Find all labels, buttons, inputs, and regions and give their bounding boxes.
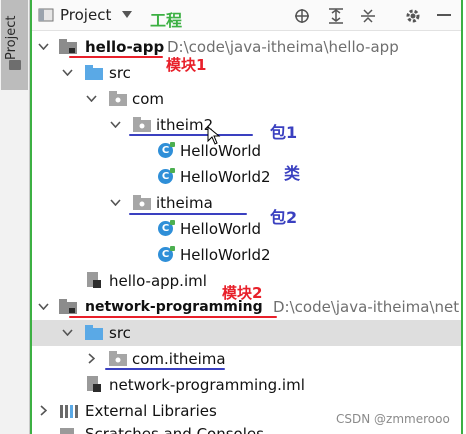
package-icon (133, 195, 151, 210)
annotation-underline (69, 56, 163, 58)
view-title[interactable]: Project (60, 6, 111, 24)
java-class-icon: C (158, 168, 175, 184)
tree-row-helloworld[interactable]: C HelloWorld (32, 216, 461, 242)
annotation-project: 工程 (150, 11, 183, 30)
class-name: HelloWorld2 (180, 168, 271, 186)
tree-row-src[interactable]: src (32, 60, 461, 86)
iml-file-icon (87, 376, 101, 392)
java-class-icon: C (158, 220, 175, 236)
tree-row-helloworld2[interactable]: C HelloWorld2 (32, 242, 461, 268)
class-name: HelloWorld (180, 142, 262, 160)
scratches-label: Scratches and Consoles (85, 425, 264, 434)
file-name: hello-app.iml (109, 272, 207, 290)
project-stripe-label: Project (4, 15, 19, 60)
project-view-icon (38, 8, 54, 22)
chevron-down-icon[interactable] (86, 95, 97, 102)
annotation-underline (129, 213, 247, 215)
iml-file-icon (87, 272, 101, 288)
chevron-down-icon[interactable] (62, 69, 73, 76)
libraries-label: External Libraries (85, 402, 217, 420)
package-name: itheima (156, 194, 213, 212)
tree-row-itheima[interactable]: itheima (32, 190, 461, 216)
folder-name: src (109, 324, 131, 342)
package-name: com (132, 90, 165, 108)
chevron-right-icon[interactable] (40, 405, 47, 416)
package-icon (133, 117, 151, 132)
chevron-down-icon[interactable] (110, 199, 121, 206)
watermark: CSDN @zmmerooo (336, 412, 450, 426)
project-stripe-button[interactable]: Project (1, 0, 28, 90)
module-folder-icon (59, 299, 77, 314)
chevron-down-icon[interactable] (38, 43, 49, 50)
package-icon (109, 351, 127, 366)
tree-row-src[interactable]: src (32, 320, 461, 346)
class-name: HelloWorld2 (180, 246, 271, 264)
class-name: HelloWorld (180, 220, 262, 238)
file-name: network-programming.iml (109, 376, 305, 394)
module-folder-icon (59, 39, 77, 54)
expand-all-icon[interactable] (329, 8, 343, 24)
package-icon (109, 91, 127, 106)
collapse-all-icon[interactable] (361, 8, 375, 24)
chevron-right-icon[interactable] (88, 353, 95, 364)
annotation-underline (69, 316, 277, 318)
annotation-underline (105, 368, 225, 370)
library-icon (60, 405, 78, 418)
source-folder-icon (85, 325, 103, 340)
chevron-down-icon[interactable] (62, 329, 73, 336)
chevron-down-icon[interactable] (122, 11, 132, 18)
project-toolbar: Project 工程 (32, 0, 461, 31)
tree-row-helloworld[interactable]: C HelloWorld (32, 138, 461, 164)
tool-window-stripe: Project (0, 0, 30, 434)
java-class-icon: C (158, 246, 175, 262)
module-name: network-programming (85, 299, 263, 315)
annotation-class: 类 (284, 164, 301, 183)
module-path: D:\code\java-itheima\net (273, 298, 460, 316)
tree-row-network-iml[interactable]: network-programming.iml (32, 372, 461, 398)
package-name: itheim2 (156, 116, 214, 134)
folder-name: src (109, 64, 131, 82)
package-name: com.itheima (132, 350, 226, 368)
annotation-underline (129, 134, 253, 136)
java-class-icon: C (158, 142, 175, 158)
scratches-icon (60, 428, 74, 434)
tree-row-helloworld2[interactable]: C HelloWorld2 (32, 164, 461, 190)
chevron-down-icon[interactable] (110, 121, 121, 128)
tree-row-com[interactable]: com (32, 86, 461, 112)
minimize-icon[interactable] (437, 14, 451, 17)
folder-icon (9, 60, 21, 70)
tree-row-com-itheima[interactable]: com.itheima (32, 346, 461, 372)
module-name: hello-app (85, 38, 165, 56)
gear-icon[interactable] (405, 8, 421, 24)
source-folder-icon (85, 65, 103, 80)
locate-icon[interactable] (294, 8, 310, 24)
chevron-down-icon[interactable] (38, 303, 49, 310)
